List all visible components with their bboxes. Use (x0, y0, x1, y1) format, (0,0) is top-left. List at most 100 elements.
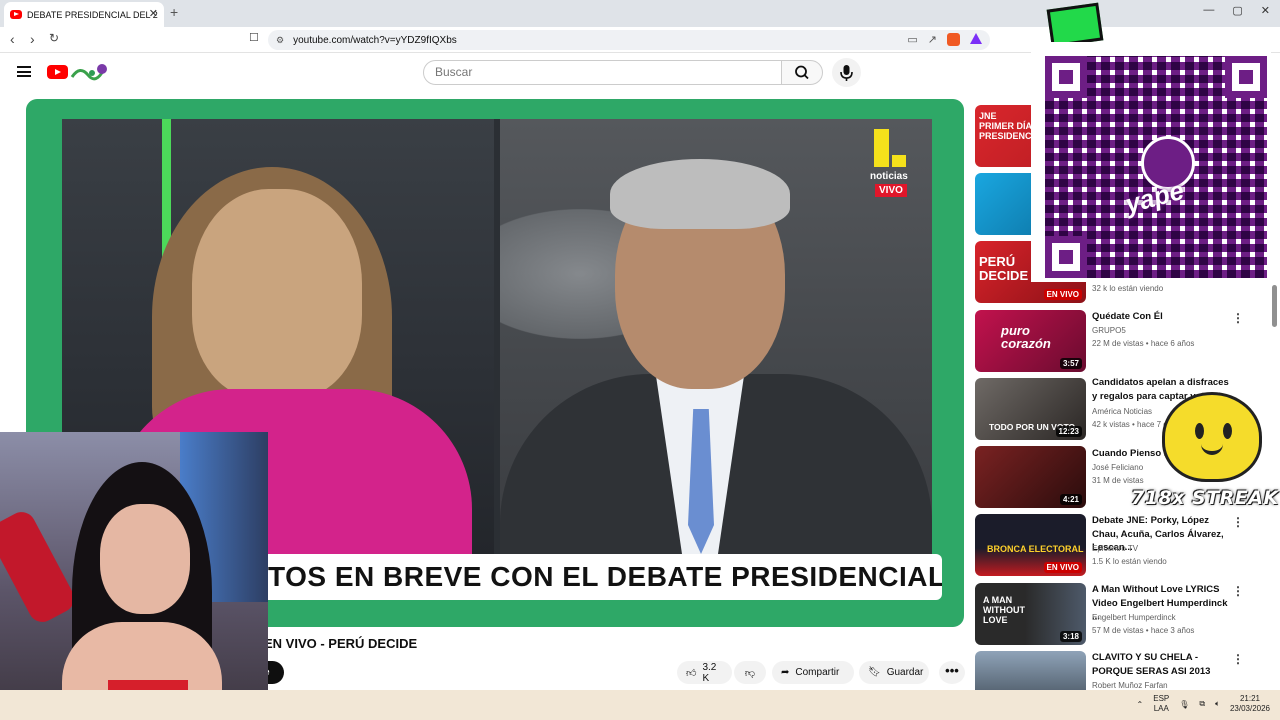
thumbnail-text: puro corazón (1001, 323, 1051, 351)
close-window-icon[interactable]: ✕ (1261, 4, 1270, 17)
channel-name[interactable]: Epicentro TV (1092, 544, 1138, 553)
url-bar-actions: ▭ ↗ (907, 33, 982, 46)
video-meta: 32 k lo están viendo (1092, 284, 1164, 293)
channel-logo-text: noticias (870, 171, 908, 182)
forward-icon[interactable]: › (30, 31, 35, 47)
streak-counter: 718x STREAK (1131, 487, 1279, 509)
dislike-button[interactable]: 👎︎ (734, 661, 766, 684)
video-title: Quédate Con Él (1092, 311, 1163, 322)
tray-expand-icon[interactable]: ⌃ (1137, 700, 1144, 709)
window-controls: — ▢ ✕ (1203, 4, 1270, 17)
language-indicator[interactable]: ESP LAA (1153, 694, 1169, 714)
clock[interactable]: 21:21 23/03/2026 (1230, 694, 1270, 714)
video-meta: 42 k vistas • hace 7 d (1092, 420, 1168, 429)
youtube-logo[interactable] (47, 65, 68, 79)
bee-mascot-icon (1162, 392, 1262, 482)
more-actions-button[interactable]: ••• (939, 661, 965, 684)
share-button[interactable]: ➦ Compartir (772, 661, 854, 684)
video-meta: 31 M de vistas (1092, 476, 1144, 485)
url-text: youtube.com/watch?v=yYDZ9fIQXbs (293, 34, 457, 46)
thumbs-down-icon: 👎︎ (744, 667, 756, 679)
search-button[interactable] (781, 60, 823, 85)
donation-qr-overlay: yape (1031, 42, 1271, 282)
more-options-icon[interactable]: ⋮ (1232, 515, 1244, 529)
video-thumbnail: A MAN WITHOUT LOVE 3:18 (975, 583, 1086, 645)
duration-badge: 12:23 (1055, 426, 1082, 437)
tab-close-icon[interactable]: ✕ (149, 7, 158, 20)
recommendation-item[interactable]: BRONCA ELECTORAL EN VIVO Debate JNE: Por… (975, 514, 1265, 576)
language-code: ESP (1153, 694, 1170, 703)
video-panel-guest (500, 119, 932, 554)
duration-badge: 3:57 (1059, 358, 1082, 369)
guest-hair (610, 159, 790, 229)
brave-shields-icon[interactable] (947, 33, 960, 46)
bee-eye (1223, 423, 1232, 439)
microphone-tray-icon[interactable]: 🎙︎ (1179, 700, 1189, 709)
live-badge: EN VIVO (1043, 289, 1082, 300)
streamer-face (100, 504, 190, 614)
channel-name[interactable]: GRUPO5 (1092, 326, 1126, 335)
network-icon[interactable]: ⧉ (1199, 699, 1205, 709)
bee-smile (1201, 443, 1223, 455)
channel-name[interactable]: Engelbert Humperdinck (1092, 613, 1176, 622)
reload-icon[interactable]: ↻ (49, 31, 59, 45)
save-label: Guardar (886, 667, 924, 678)
youtube-favicon-icon (10, 10, 22, 19)
like-button[interactable]: 👍︎ 3.2 K (677, 661, 732, 684)
video-meta: 1.5 K lo están viendo (1092, 557, 1167, 566)
video-thumbnail (975, 651, 1086, 690)
bee-eye (1195, 423, 1204, 439)
video-title: CLAVITO Y SU CHELA - PORQUE SERAS ASI 20… (1092, 652, 1211, 677)
save-button[interactable]: 🔖︎ Guardar (859, 661, 929, 684)
qr-brand-logo: yape (1121, 174, 1188, 220)
channel-watermark: noticias VIVO (870, 129, 920, 199)
search-input[interactable]: Buscar (423, 60, 782, 85)
webcam-overlay (0, 432, 268, 720)
new-tab-icon[interactable]: + (170, 4, 178, 20)
keyboard-layout: LAA (1153, 704, 1169, 713)
share-icon[interactable]: ↗ (928, 33, 937, 46)
volume-icon[interactable]: 🔈︎ (1215, 699, 1220, 709)
channel-name[interactable]: América Noticias (1092, 407, 1152, 416)
channel-name[interactable]: José Feliciano (1092, 463, 1143, 472)
tab-title: DEBATE PRESIDENCIAL DEL 2 (27, 9, 158, 20)
recommendation-item[interactable]: A MAN WITHOUT LOVE 3:18 A Man Without Lo… (975, 583, 1265, 645)
live-badge: EN VIVO (1043, 562, 1082, 573)
like-count: 3.2 K (702, 661, 717, 684)
menu-icon[interactable] (17, 66, 31, 77)
minimize-icon[interactable]: — (1203, 4, 1214, 17)
scrollbar-thumb[interactable] (1272, 285, 1277, 327)
voice-search-button[interactable] (832, 58, 861, 87)
more-options-icon[interactable]: ⋮ (1232, 584, 1244, 598)
qr-code: yape (1045, 56, 1267, 278)
recommendation-item[interactable]: puro corazón 3:57 Quédate Con Él GRUPO5 … (975, 310, 1265, 372)
video-meta: 57 M de vistas • hace 3 años (1092, 626, 1195, 635)
share-label: Compartir (795, 667, 840, 678)
clock-date: 23/03/2026 (1229, 704, 1270, 713)
anchor-face (192, 189, 362, 399)
browser-tab[interactable]: DEBATE PRESIDENCIAL DEL 2 ✕ (4, 2, 164, 27)
stream-sticker-icon (1046, 2, 1104, 48)
channel-name[interactable]: Robert Muñoz Farfan (1092, 681, 1168, 690)
site-info-icon[interactable]: ⚙ (276, 35, 284, 46)
rewards-icon[interactable] (970, 33, 982, 44)
thumbs-up-icon: 👍︎ (686, 667, 697, 679)
qr-finder-icon (1225, 56, 1267, 98)
thumbnail-text: A MAN WITHOUT LOVE (983, 595, 1025, 625)
more-options-icon[interactable]: ⋮ (1232, 652, 1244, 666)
url-bar[interactable]: ⚙ youtube.com/watch?v=yYDZ9fIQXbs ▭ ↗ (268, 30, 990, 50)
maximize-icon[interactable]: ▢ (1232, 4, 1242, 17)
bookmark-save-icon: 🔖︎ (868, 667, 881, 678)
video-thumbnail: BRONCA ELECTORAL EN VIVO (975, 514, 1086, 576)
clock-time: 21:21 (1239, 694, 1260, 703)
more-options-icon[interactable]: ⋮ (1232, 311, 1244, 325)
search-icon (795, 65, 809, 80)
qr-finder-icon (1045, 56, 1087, 98)
live-badge: VIVO (875, 184, 907, 197)
back-icon[interactable]: ‹ (10, 31, 15, 47)
share-arrow-icon: ➦ (781, 667, 790, 678)
recommendation-item[interactable]: CLAVITO Y SU CHELA - PORQUE SERAS ASI 20… (975, 651, 1265, 690)
qr-finder-icon (1045, 236, 1087, 278)
bookmark-icon[interactable]: ☐ (249, 31, 259, 44)
cast-icon[interactable]: ▭ (907, 33, 917, 46)
